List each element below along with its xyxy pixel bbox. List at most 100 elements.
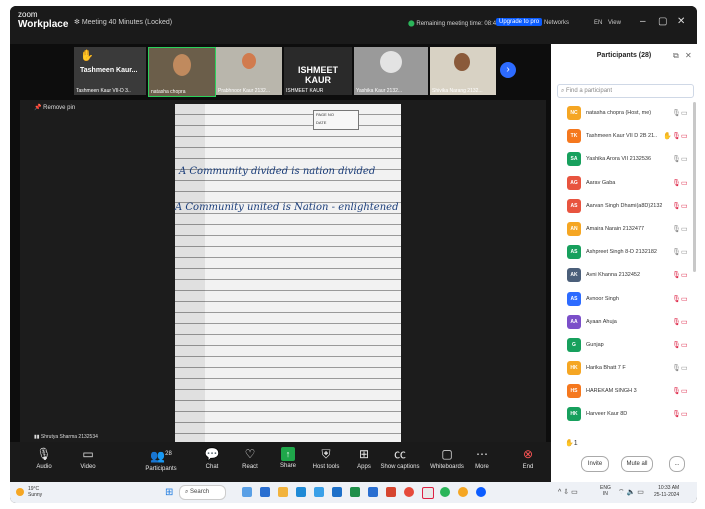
participant-row[interactable]: HK Harveer Kaur 8D 🎙 ▭ — [551, 403, 697, 426]
video-button[interactable]: ▭ Video — [68, 446, 108, 470]
chrome-icon[interactable] — [404, 487, 414, 497]
participant-row[interactable]: G Gunjap 🎙 ▭ — [551, 334, 697, 357]
remove-pin-button[interactable]: 📌 Remove pin — [34, 104, 75, 111]
edge-icon[interactable] — [296, 487, 306, 497]
participant-name: Avnoor Singh — [586, 295, 619, 302]
participant-row[interactable]: AN Amaira Narain 2132477 🎙 ▭ — [551, 218, 697, 241]
participant-name: Yashika Arora VII 2132536 — [586, 156, 652, 163]
raised-hand-icon: ✋ — [565, 440, 574, 447]
minimize-icon[interactable]: – — [640, 16, 646, 27]
muted-microphone-icon: 🎙 — [672, 411, 681, 419]
host-tools-button[interactable]: ⛨ Host tools — [306, 446, 346, 470]
muted-microphone-icon: 🎙 — [672, 133, 681, 141]
participant-row[interactable]: AG Aarav Gaba 🎙 ▭ — [551, 172, 697, 195]
panel-footer: ✋1 Invite Mute all ... — [551, 439, 697, 482]
tile-label: natasha chopra — [151, 89, 186, 95]
participant-row[interactable]: AS Avnoor Singh 🎙 ▭ — [551, 288, 697, 311]
end-button[interactable]: ⊗ End — [508, 446, 548, 470]
participant-search-input[interactable]: ⌕ Find a participant — [557, 84, 694, 98]
participants-button[interactable]: 👥28 Participants — [136, 446, 186, 472]
video-tile-tashmeen[interactable]: ✋ Tashmeen Kaur... Tashmeen Kaur VII-D 3… — [74, 47, 146, 95]
participant-row[interactable]: AS Ashpreet Singh 8-D 2132182 🎙 ▭ — [551, 241, 697, 264]
handwritten-line-1: A Community divided is nation divided — [179, 166, 376, 177]
camera-off-icon: ▭ — [681, 388, 688, 396]
chrome-alt-icon[interactable] — [458, 487, 468, 497]
language-indicator[interactable]: ENG IN — [600, 485, 611, 497]
popout-icon[interactable]: ⧉ — [673, 51, 679, 61]
panel-scrollbar[interactable] — [693, 102, 696, 272]
network-indicator[interactable]: Networks — [544, 20, 569, 26]
zoom-meeting-icon[interactable] — [476, 487, 486, 497]
video-tile-shivika[interactable]: Shivika Narang 2132... — [430, 47, 496, 95]
video-tile-prabhnoor[interactable]: Prabhnoor Kaur 2132... — [216, 47, 282, 95]
whatsapp-icon[interactable] — [440, 487, 450, 497]
chat-button[interactable]: 💬 Chat — [192, 446, 232, 470]
search-placeholder: Find a participant — [566, 88, 613, 94]
view-button[interactable]: View — [608, 20, 621, 26]
share-button[interactable]: ↑ Share — [268, 446, 308, 469]
excel-icon[interactable] — [350, 487, 360, 497]
microphone-icon: 🎙 — [672, 110, 681, 117]
video-tile-yashika[interactable]: Yashika Kaur 2132... — [354, 47, 428, 95]
react-button[interactable]: ♡ React — [230, 446, 270, 470]
participant-row[interactable]: TK Tashmeen Kaur VII D 2B 21.. ✋ 🎙 ▭ — [551, 125, 697, 148]
close-icon[interactable]: ✕ — [677, 16, 685, 27]
audio-label: Audio — [36, 464, 52, 470]
windows-start-icon[interactable]: ⊞ — [165, 487, 173, 498]
date-page-box: PAGE NO DATE — [313, 110, 359, 130]
remaining-time-text: Remaining meeting time: 08:42 — [416, 21, 500, 27]
panel-more-button[interactable]: ... — [669, 456, 685, 472]
video-tile-ishmeet[interactable]: ISHMEET KAUR ISHMEET KAUR — [284, 47, 352, 95]
file-explorer-icon[interactable] — [278, 487, 288, 497]
participants-label: Participants — [145, 466, 177, 472]
taskview-icon[interactable] — [242, 487, 252, 497]
participant-row[interactable]: HK Harika Bhatt 7 F 🎙 ▭ — [551, 357, 697, 380]
video-tile-natasha[interactable]: natasha chopra — [148, 47, 216, 97]
avatar: SA — [567, 152, 581, 167]
brand-zoom: zoom — [18, 10, 38, 19]
weather-widget[interactable]: 19°C Sunny — [16, 486, 42, 498]
captions-button[interactable]: ㏄ Show captions — [376, 446, 424, 470]
participant-name: Ayaan Ahuja — [586, 318, 617, 325]
audio-button[interactable]: 🎙 Audio — [24, 446, 64, 470]
participant-row[interactable]: AA Ayaan Ahuja 🎙 ▭ — [551, 311, 697, 334]
office-icon[interactable] — [422, 487, 434, 499]
participant-row[interactable]: AS Aarvan Singh Dhami(a8D)21325.. 🎙 ▭ — [551, 195, 697, 218]
remove-pin-label: Remove pin — [43, 105, 76, 111]
participant-name: Aarvan Singh Dhami(a8D)21325.. — [586, 202, 662, 209]
invite-button[interactable]: Invite — [581, 456, 609, 472]
next-page-icon[interactable]: › — [500, 62, 516, 78]
chat-icon: 💬 — [204, 447, 220, 461]
network-volume-battery[interactable]: ⌔ 🔈 ▭ — [618, 488, 644, 497]
share-arrow-icon: ↑ — [281, 447, 295, 461]
avatar: AG — [567, 175, 581, 190]
system-tray[interactable]: ^ ⇩ ▭ — [558, 488, 578, 496]
muted-microphone-icon: 🎙 — [672, 202, 681, 210]
close-panel-icon[interactable]: ✕ — [685, 51, 692, 60]
participant-row[interactable]: NC natasha chopra (Host, me) 🎙 ▭ — [551, 102, 697, 125]
language-selector[interactable]: EN — [594, 20, 602, 26]
word-icon[interactable] — [332, 487, 342, 497]
chevron-up-icon: ^ — [558, 489, 562, 496]
store-icon[interactable] — [314, 487, 324, 497]
muted-microphone-icon: 🎙 — [672, 318, 681, 326]
upgrade-button[interactable]: Upgrade to pro — [496, 18, 543, 26]
video-label: Video — [80, 464, 96, 470]
meeting-info[interactable]: ✼ Meeting 40 Minutes (Locked) — [74, 18, 172, 26]
participant-row[interactable]: AK Avni Khanna 2132452 🎙 ▭ — [551, 264, 697, 287]
outlook-icon[interactable] — [368, 487, 378, 497]
muted-microphone-icon: 🎙 — [672, 341, 681, 349]
maximize-icon[interactable]: ▢ — [658, 16, 667, 27]
clock[interactable]: 10:33 AM 25-11-2024 — [654, 485, 679, 499]
zoom-app-icon[interactable] — [260, 487, 270, 497]
more-button[interactable]: ⋯ More — [462, 446, 502, 470]
camera-off-icon: ▭ — [681, 318, 688, 326]
avatar: NC — [567, 106, 581, 120]
taskbar-search[interactable]: ⌕ Search — [179, 485, 226, 500]
camera-off-icon: ▭ — [681, 295, 688, 303]
avatar: AK — [567, 268, 581, 283]
mute-all-button[interactable]: Mute all — [621, 456, 653, 472]
powerpoint-icon[interactable] — [386, 487, 396, 497]
participant-row[interactable]: HS HAREKAM SINGH 3 🎙 ▭ — [551, 380, 697, 403]
participant-row[interactable]: SA Yashika Arora VII 2132536 🎙 ▭ — [551, 148, 697, 171]
